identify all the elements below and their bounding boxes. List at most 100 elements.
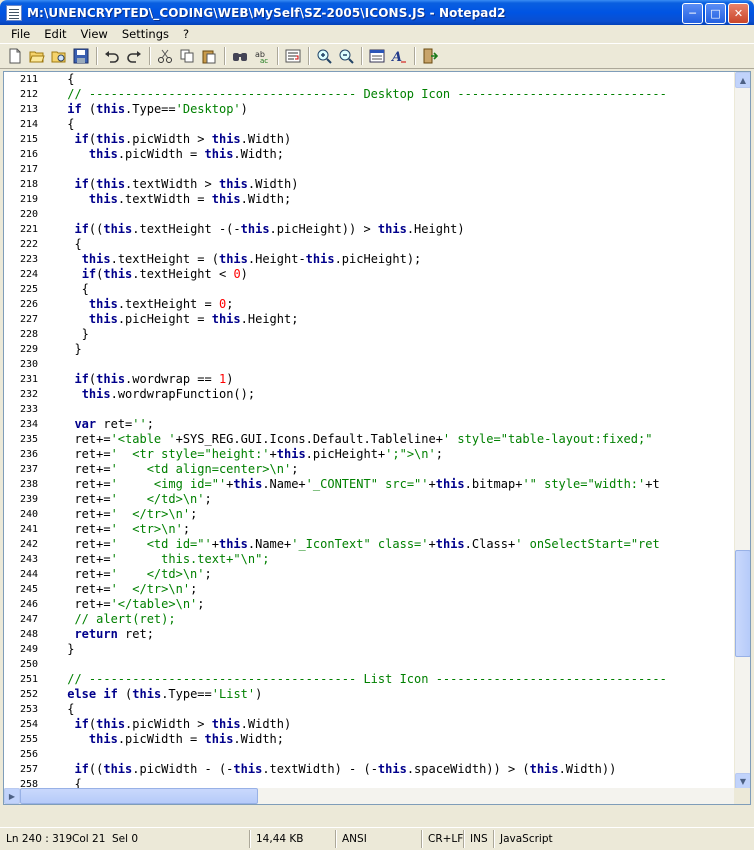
- code-line[interactable]: this.picWidth = this.Width;: [60, 147, 284, 162]
- cut-button[interactable]: [154, 45, 176, 67]
- code-line[interactable]: // -------------------------------------…: [60, 87, 667, 102]
- code-line[interactable]: if(this.textHeight < 0): [60, 267, 248, 282]
- status-encoding[interactable]: ANSI: [338, 830, 422, 848]
- code-line[interactable]: // alert(ret);: [60, 612, 175, 627]
- horizontal-scrollbar[interactable]: ◀ ▶: [4, 788, 735, 804]
- line-number: 243: [19, 554, 38, 565]
- code-line[interactable]: ret+=' </td>\n';: [60, 492, 211, 507]
- line-number: 232: [19, 389, 38, 400]
- code-line[interactable]: var ret='';: [60, 417, 154, 432]
- code-line[interactable]: else if (this.Type=='List'): [60, 687, 262, 702]
- exit-icon: [423, 48, 438, 64]
- code-line[interactable]: if(this.wordwrap == 1): [60, 372, 233, 387]
- code-line[interactable]: ret+='</table>\n';: [60, 597, 204, 612]
- code-line[interactable]: ret+='<table '+SYS_REG.GUI.Icons.Default…: [60, 432, 652, 447]
- code-line[interactable]: {: [60, 282, 89, 297]
- code-line[interactable]: {: [60, 702, 74, 717]
- scroll-right-button[interactable]: ▶: [4, 788, 20, 804]
- scheme-button[interactable]: [366, 45, 388, 67]
- code-line[interactable]: this.picHeight = this.Height;: [60, 312, 299, 327]
- line-number: 224: [19, 269, 38, 280]
- vertical-scroll-thumb[interactable]: [735, 550, 750, 657]
- code-line[interactable]: this.picWidth = this.Width;: [60, 732, 284, 747]
- code-line[interactable]: ret+=' </td>\n';: [60, 567, 211, 582]
- code-line[interactable]: }: [60, 327, 89, 342]
- word-wrap-button[interactable]: [282, 45, 304, 67]
- line-number: 215: [19, 134, 38, 145]
- code-line[interactable]: this.wordwrapFunction();: [60, 387, 255, 402]
- scrollbar-corner: [734, 788, 750, 804]
- line-number: 213: [19, 104, 38, 115]
- code-line[interactable]: if (this.Type=='Desktop'): [60, 102, 248, 117]
- line-number: 241: [19, 524, 38, 535]
- code-line[interactable]: ret+=' <td align=center>\n';: [60, 462, 298, 477]
- toolbar-separator: [96, 47, 97, 65]
- code-line[interactable]: if(this.textWidth > this.Width): [60, 177, 298, 192]
- exit-button[interactable]: [419, 45, 441, 67]
- code-line[interactable]: this.textWidth = this.Width;: [60, 192, 291, 207]
- zoom-in-button[interactable]: [313, 45, 335, 67]
- line-number: 230: [19, 359, 38, 370]
- paste-icon: [202, 50, 216, 64]
- zoom-out-button[interactable]: [335, 45, 357, 67]
- undo-button[interactable]: [101, 45, 123, 67]
- line-number: 217: [19, 164, 38, 175]
- font-button[interactable]: A: [388, 45, 410, 67]
- code-editor[interactable]: 211 212 213 214 215 216 217 218 219 220 221 222 223 2…: [3, 71, 751, 805]
- cut-icon: [158, 49, 172, 63]
- code-line[interactable]: ret+=' </tr>\n';: [60, 507, 197, 522]
- code-line[interactable]: }: [60, 342, 81, 357]
- code-line[interactable]: if((this.picWidth - (-this.textWidth) - …: [60, 762, 616, 777]
- replace-button[interactable]: ab ac: [251, 45, 273, 67]
- close-icon: ✕: [733, 7, 744, 20]
- save-button[interactable]: [70, 45, 92, 67]
- new-button[interactable]: [4, 45, 26, 67]
- status-line-endings[interactable]: CR+LF: [424, 830, 464, 848]
- scroll-down-button[interactable]: ▼: [735, 773, 750, 789]
- minimize-button[interactable]: ─: [682, 3, 703, 24]
- code-line[interactable]: ret+=' this.text+"\n";: [60, 552, 269, 567]
- close-button[interactable]: ✕: [728, 3, 749, 24]
- vertical-scrollbar[interactable]: ▲ ▼: [734, 72, 750, 789]
- code-line[interactable]: this.textHeight = 0;: [60, 297, 234, 312]
- code-line[interactable]: if(this.picWidth > this.Width): [60, 717, 291, 732]
- notepad-app-icon[interactable]: [6, 4, 22, 21]
- copy-button[interactable]: [176, 45, 198, 67]
- paste-button[interactable]: [198, 45, 220, 67]
- code-line[interactable]: if(this.picWidth > this.Width): [60, 132, 291, 147]
- code-line[interactable]: ret+=' <img id="'+this.Name+'_CONTENT" s…: [60, 477, 659, 492]
- toolbar-separator: [361, 47, 362, 65]
- code-line[interactable]: this.textHeight = (this.Height-this.picH…: [60, 252, 422, 267]
- line-number-gutter: 211 212 213 214 215 216 217 218 219 220 221 222 223 2…: [4, 72, 57, 804]
- zoom-in-icon: [317, 49, 332, 64]
- code-line[interactable]: {: [60, 72, 74, 87]
- code-line[interactable]: // -------------------------------------…: [60, 672, 667, 687]
- redo-button[interactable]: [123, 45, 145, 67]
- code-line[interactable]: ret+=' <tr style="height:'+this.picHeigh…: [60, 447, 443, 462]
- code-text-area[interactable]: { // -----------------------------------…: [60, 72, 734, 804]
- line-number: 234: [19, 419, 38, 430]
- toolbar-separator: [224, 47, 225, 65]
- menu-help[interactable]: ?: [176, 27, 196, 41]
- title-bar[interactable]: M:\UNENCRYPTED\_CODING\WEB\MySelf\SZ-200…: [0, 0, 754, 25]
- menu-file[interactable]: File: [4, 27, 37, 41]
- menu-settings[interactable]: Settings: [115, 27, 176, 41]
- word-wrap-icon: [285, 49, 301, 63]
- code-line[interactable]: ret+=' </tr>\n';: [60, 582, 197, 597]
- code-line[interactable]: {: [60, 237, 81, 252]
- menu-edit[interactable]: Edit: [37, 27, 73, 41]
- maximize-button[interactable]: □: [705, 3, 726, 24]
- code-line[interactable]: }: [60, 642, 74, 657]
- code-line[interactable]: {: [60, 117, 74, 132]
- code-line[interactable]: if((this.textHeight -(-this.picHeight)) …: [60, 222, 464, 237]
- horizontal-scroll-thumb[interactable]: [20, 788, 258, 804]
- code-line[interactable]: ret+=' <td id="'+this.Name+'_IconText" c…: [60, 537, 659, 552]
- code-line[interactable]: return ret;: [60, 627, 153, 642]
- browse-button[interactable]: [48, 45, 70, 67]
- status-lexer[interactable]: JavaScript: [496, 830, 736, 848]
- code-line[interactable]: ret+=' <tr>\n';: [60, 522, 190, 537]
- open-button[interactable]: [26, 45, 48, 67]
- scroll-up-button[interactable]: ▲: [735, 72, 750, 88]
- find-button[interactable]: [229, 45, 251, 67]
- menu-view[interactable]: View: [74, 27, 115, 41]
